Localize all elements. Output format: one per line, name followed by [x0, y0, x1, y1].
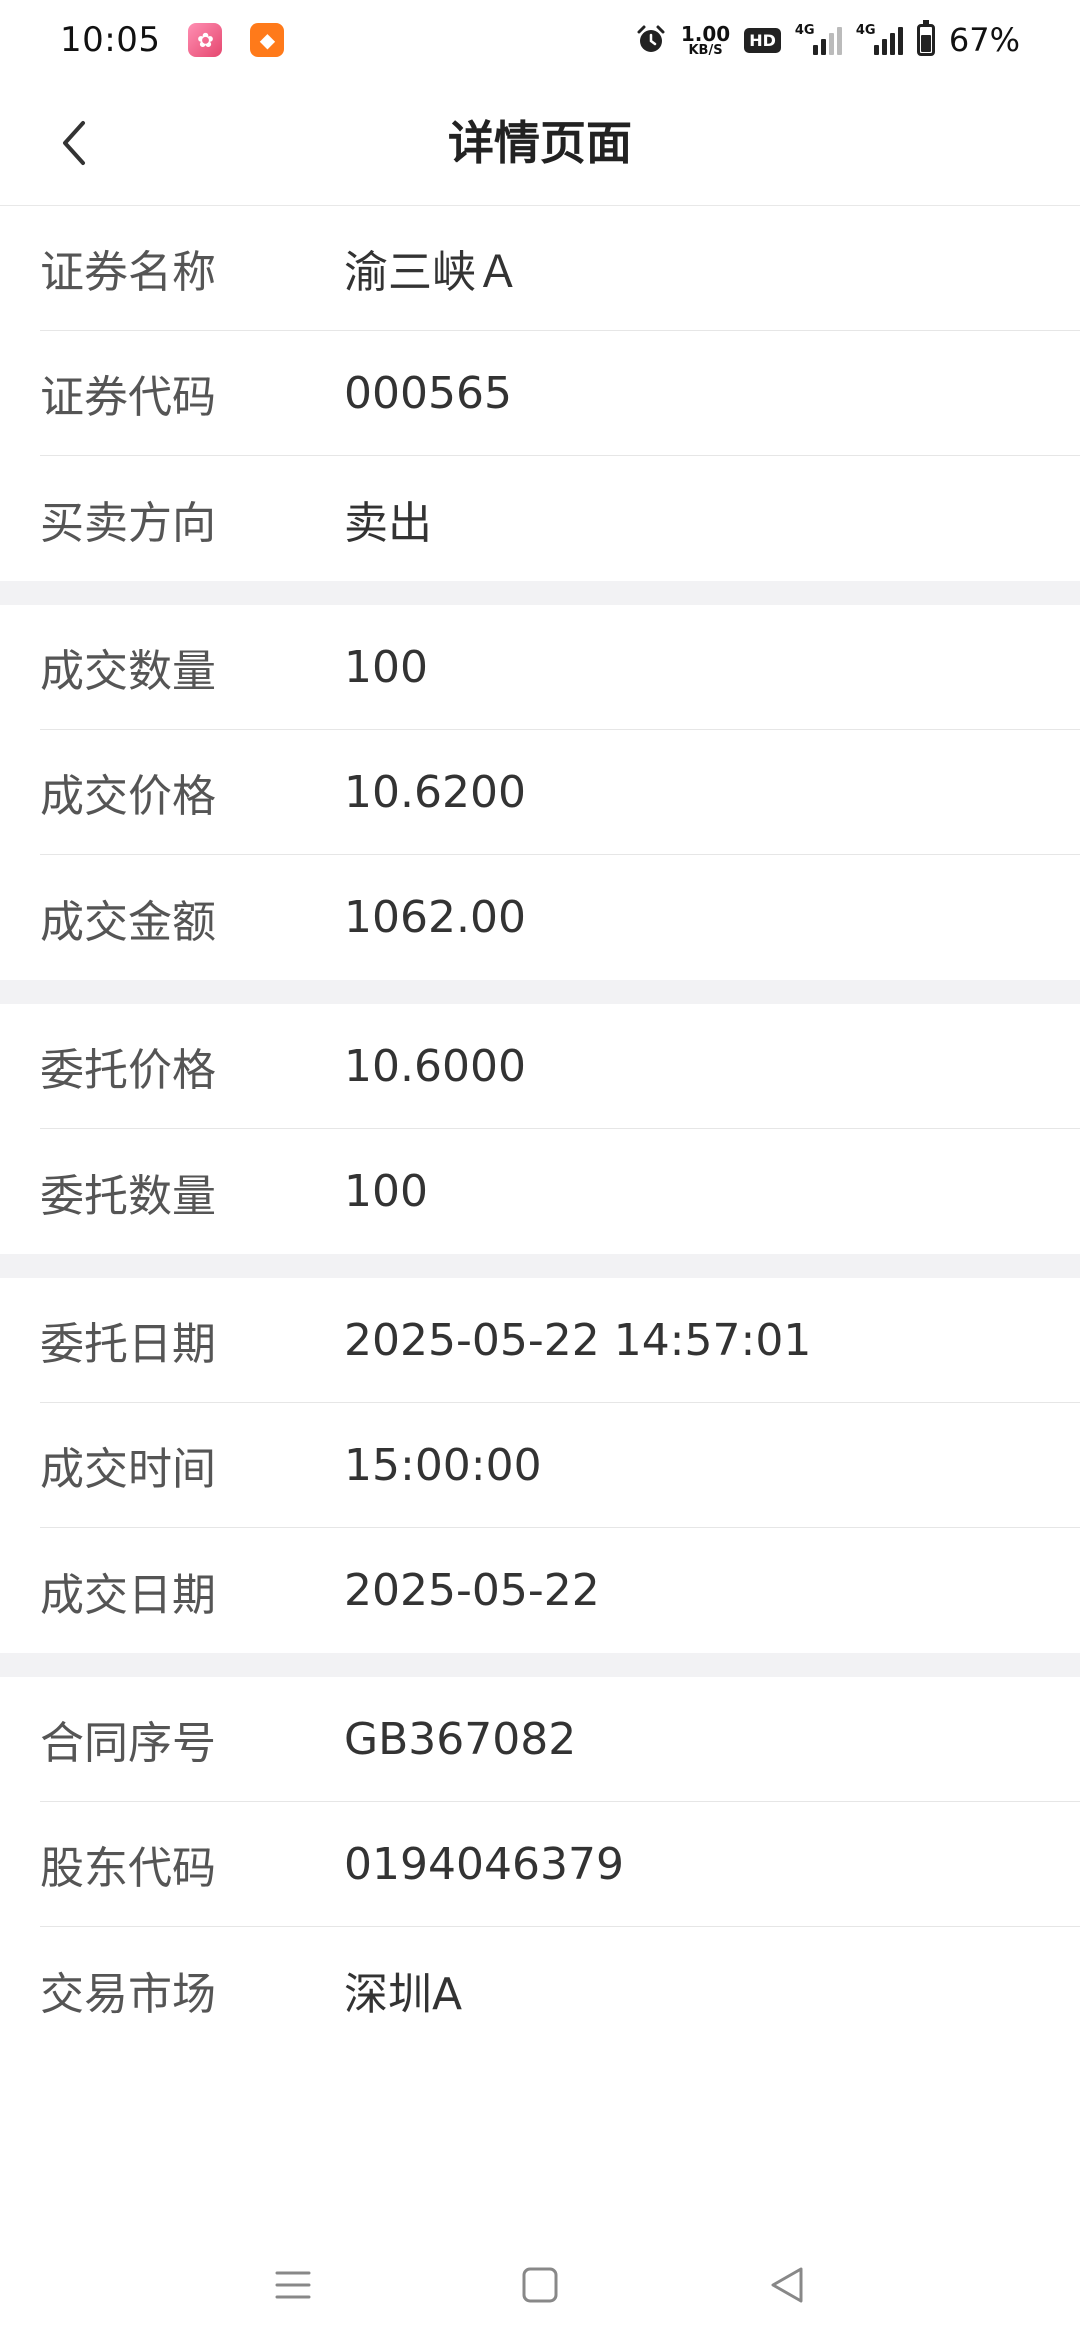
row-value: 15:00:00 — [344, 1439, 542, 1491]
row-label: 成交时间 — [40, 1444, 216, 1495]
row-label: 委托日期 — [40, 1319, 216, 1370]
row-value: 0194046379 — [344, 1838, 624, 1890]
detail-row: 委托日期 2025-05-22 14:57:01 — [40, 1278, 1080, 1403]
detail-row: 委托数量 100 — [40, 1129, 1080, 1254]
row-label: 证券名称 — [40, 247, 216, 298]
section-security: 证券名称 渝三峡Ａ 证券代码 000565 买卖方向 卖出 — [0, 206, 1080, 581]
row-value: 深圳A — [344, 1968, 463, 2020]
section-divider — [0, 581, 1080, 605]
row-label: 股东代码 — [40, 1843, 216, 1894]
row-label: 委托价格 — [40, 1045, 216, 1096]
system-navigation-bar — [0, 2230, 1080, 2340]
section-time: 委托日期 2025-05-22 14:57:01 成交时间 15:00:00 成… — [0, 1278, 1080, 1653]
detail-row: 成交数量 100 — [40, 605, 1080, 730]
detail-row: 交易市场 深圳A — [40, 1927, 1080, 2052]
network-speed: 1.00 KB/S — [681, 24, 730, 57]
notification-app-icon-2: ◆ — [250, 23, 285, 57]
detail-row: 买卖方向 卖出 — [40, 456, 1080, 581]
detail-row: 合同序号 GB367082 — [40, 1677, 1080, 1802]
battery-icon — [916, 20, 935, 56]
row-value: 000565 — [344, 367, 512, 419]
hd-voice-badge: HD — [744, 27, 781, 53]
row-value: 卖出 — [344, 497, 432, 549]
row-value: 2025-05-22 14:57:01 — [344, 1314, 812, 1366]
row-label: 成交日期 — [40, 1569, 216, 1621]
row-label: 证券代码 — [40, 372, 216, 423]
row-label: 交易市场 — [40, 1968, 216, 2020]
row-value: 10.6200 — [344, 766, 526, 818]
detail-row: 委托价格 10.6000 — [40, 1004, 1080, 1129]
status-time: 10:05 — [60, 20, 161, 60]
chevron-left-icon — [63, 121, 85, 165]
signal-strength-icon-2: 4G — [855, 23, 903, 55]
menu-icon — [275, 2271, 311, 2299]
status-right: 1.00 KB/S HD 4G 4G 67% — [635, 20, 1020, 59]
section-divider — [0, 1653, 1080, 1677]
home-icon — [522, 2267, 558, 2303]
network-speed-unit: KB/S — [688, 42, 723, 58]
section-divider — [0, 980, 1080, 1004]
row-value: 100 — [344, 1166, 428, 1217]
detail-row: 成交金额 1062.00 — [40, 855, 1080, 980]
section-deal: 成交数量 100 成交价格 10.6200 成交金额 1062.00 — [0, 605, 1080, 980]
page-title: 详情页面 — [448, 116, 632, 170]
detail-row: 成交价格 10.6200 — [40, 730, 1080, 855]
network-type-1: 4G — [794, 23, 815, 38]
battery-percent: 67% — [948, 21, 1020, 59]
row-label: 委托数量 — [40, 1170, 216, 1222]
row-label: 成交价格 — [40, 771, 216, 822]
row-value: GB367082 — [344, 1713, 577, 1765]
detail-content: 证券名称 渝三峡Ａ 证券代码 000565 买卖方向 卖出 成交数量 100 成… — [0, 206, 1080, 2052]
section-order: 委托价格 10.6000 委托数量 100 — [0, 1004, 1080, 1254]
battery-fill — [920, 34, 931, 52]
back-triangle-icon — [771, 2267, 803, 2303]
row-label: 成交数量 — [40, 646, 216, 697]
system-back-button[interactable] — [757, 2255, 817, 2315]
detail-row: 证券代码 000565 — [40, 331, 1080, 456]
alarm-icon — [637, 25, 665, 52]
row-value: 2025-05-22 — [344, 1565, 600, 1616]
signal-strength-icon-1: 4G — [794, 23, 842, 55]
status-left: 10:05 ✿ ◆ — [60, 20, 285, 60]
row-label: 合同序号 — [40, 1718, 216, 1769]
row-value: 渝三峡Ａ — [344, 247, 520, 298]
row-value: 100 — [344, 641, 428, 693]
detail-row: 证券名称 渝三峡Ａ — [40, 206, 1080, 331]
detail-row: 成交日期 2025-05-22 — [40, 1528, 1080, 1653]
section-divider — [0, 1254, 1080, 1278]
detail-row: 成交时间 15:00:00 — [40, 1403, 1080, 1528]
row-label: 成交金额 — [40, 896, 216, 948]
recent-apps-button[interactable] — [263, 2255, 323, 2315]
row-label: 买卖方向 — [40, 497, 216, 549]
network-speed-value: 1.00 — [680, 21, 731, 46]
home-button[interactable] — [510, 2255, 570, 2315]
row-value: 10.6000 — [344, 1040, 526, 1092]
notification-app-icon: ✿ — [188, 23, 223, 57]
header: 详情页面 — [0, 80, 1080, 206]
network-type-2: 4G — [855, 23, 876, 38]
detail-row: 股东代码 0194046379 — [40, 1802, 1080, 1927]
row-value: 1062.00 — [344, 892, 526, 943]
section-account: 合同序号 GB367082 股东代码 0194046379 交易市场 深圳A — [0, 1677, 1080, 2052]
status-bar: 10:05 ✿ ◆ 1.00 KB/S HD 4G 4G 67% — [0, 0, 1080, 80]
back-button[interactable] — [40, 108, 110, 178]
